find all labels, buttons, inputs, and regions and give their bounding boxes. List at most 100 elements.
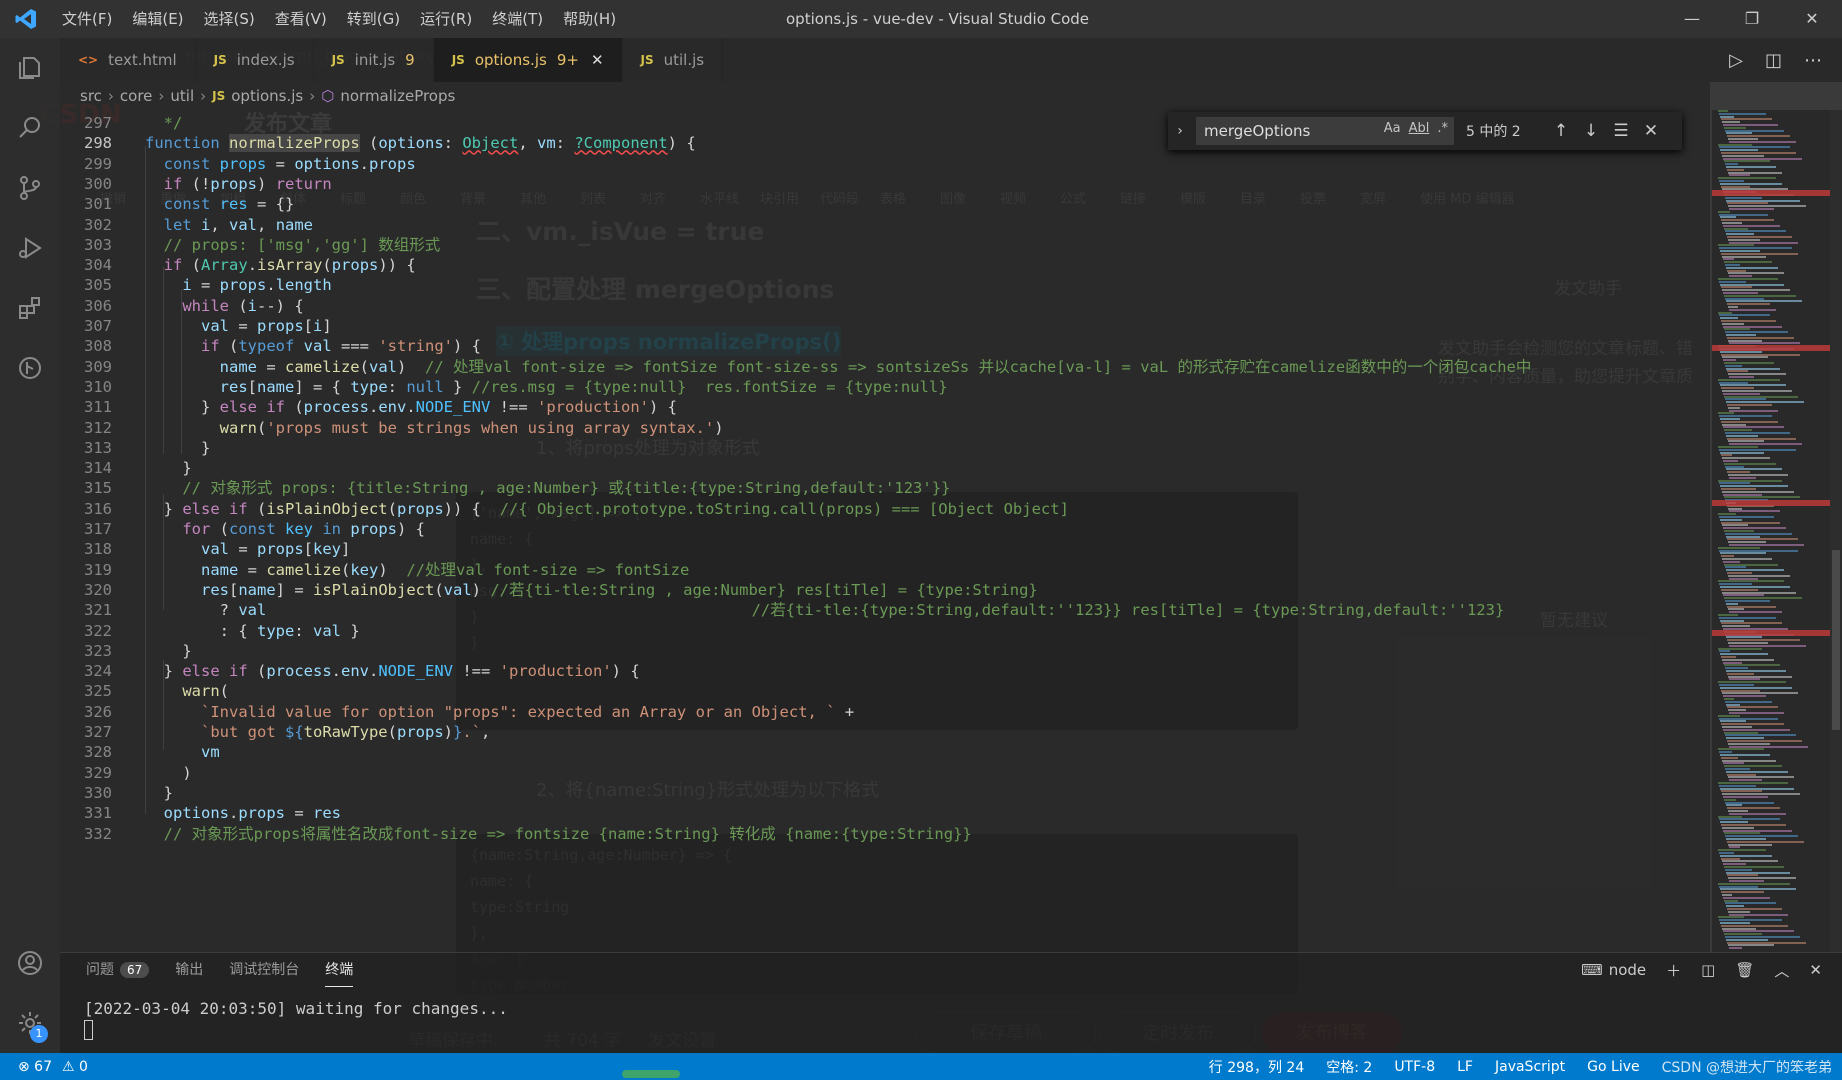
warning-count[interactable]: ⚠ 0 (62, 1059, 88, 1075)
run-debug-icon[interactable] (0, 218, 60, 278)
account-icon[interactable] (0, 933, 60, 993)
cursor-position[interactable]: 行 298，列 24 (1209, 1057, 1304, 1077)
close-find-icon[interactable]: ✕ (1636, 121, 1666, 141)
menu-item[interactable]: 终端(T) (482, 0, 553, 38)
minimap-line (1722, 692, 1798, 695)
find-in-selection-icon[interactable]: ☰ (1606, 121, 1636, 141)
explorer-icon[interactable] (0, 38, 60, 98)
run-file-icon[interactable]: ▷ (1729, 50, 1743, 71)
split-terminal-icon[interactable]: ◫ (1701, 961, 1715, 979)
minimap-line (1724, 731, 1758, 734)
source-control-icon[interactable] (0, 158, 60, 218)
error-count[interactable]: ⊗ 67 (18, 1059, 52, 1075)
minimap-line (1724, 765, 1782, 768)
token: const (145, 154, 220, 173)
panel-tab[interactable]: 问题 67 (86, 953, 150, 987)
minimap-line (1720, 720, 1746, 723)
token: typeof (238, 337, 304, 356)
code-editor[interactable]: 297 */298 function normalizeProps (option… (60, 110, 1710, 952)
search-icon[interactable] (0, 98, 60, 158)
menu-item[interactable]: 运行(R) (410, 0, 482, 38)
minimap-line (1729, 510, 1780, 513)
next-match-icon[interactable]: ↓ (1576, 121, 1606, 141)
menu-item[interactable]: 选择(S) (194, 0, 265, 38)
toggle-replace-icon[interactable]: › (1168, 123, 1192, 139)
token: ) { (611, 662, 640, 681)
token: ( (256, 499, 267, 518)
breadcrumb-symbol[interactable]: normalizeProps (340, 87, 455, 105)
editor-scrollbar[interactable] (1830, 110, 1842, 952)
breadcrumb-file[interactable]: options.js (231, 87, 303, 105)
tab-index-js[interactable]: JS index.js (196, 38, 314, 82)
token: ) { (648, 398, 677, 417)
minimap-line (1723, 292, 1758, 294)
minimap-line (1728, 507, 1742, 510)
minimap[interactable] (1712, 110, 1830, 952)
menu-item[interactable]: 转到(G) (337, 0, 410, 38)
token: ( (219, 682, 229, 701)
minimap-line (1727, 538, 1798, 541)
minimap-line (1723, 124, 1778, 126)
close-window-button[interactable]: ✕ (1782, 0, 1842, 38)
menu-item[interactable]: 查看(V) (265, 0, 337, 38)
minimap-line (1725, 364, 1742, 367)
new-terminal-icon[interactable]: ＋ (1666, 960, 1681, 981)
tab-options-js[interactable]: JS options.js 9+ ✕ (433, 38, 623, 82)
minimap-line (1720, 619, 1744, 622)
go-live-button[interactable]: Go Live (1587, 1059, 1639, 1075)
minimap-line (1727, 639, 1800, 642)
menu-item[interactable]: 帮助(H) (553, 0, 626, 38)
minimap-line (1722, 826, 1754, 829)
tab-text-html[interactable]: <> text.html (60, 38, 196, 82)
indentation[interactable]: 空格: 2 (1326, 1057, 1372, 1077)
panel-tab[interactable]: 输出 (175, 953, 203, 987)
more-actions-icon[interactable]: ⋯ (1804, 50, 1822, 71)
minimap-line (1723, 426, 1784, 429)
status-bar: ⊗ 67 ⚠ 0 行 298，列 24 空格: 2 UTF-8 LF JavaS… (0, 1053, 1842, 1080)
encoding[interactable]: UTF-8 (1394, 1059, 1435, 1075)
tab-util-js[interactable]: JS util.js (623, 38, 724, 82)
end-of-line[interactable]: LF (1457, 1059, 1473, 1075)
minimap-line (1726, 569, 1784, 572)
match-case-icon[interactable]: Aa (1384, 121, 1401, 136)
token: val (303, 337, 332, 356)
close-icon[interactable]: ✕ (591, 51, 604, 69)
menu-item[interactable]: 编辑(E) (122, 0, 193, 38)
token: ( (229, 337, 239, 356)
find-input[interactable]: mergeOptions Aa Abl .* (1196, 117, 1454, 145)
match-whole-word-icon[interactable]: Abl (1409, 121, 1430, 136)
breadcrumb-core[interactable]: core (120, 87, 153, 105)
menu-item[interactable]: 文件(F) (52, 0, 122, 38)
minimap-line (1721, 152, 1796, 154)
maximize-panel-icon[interactable]: ︿ (1774, 960, 1789, 981)
token: else if (182, 662, 257, 681)
panel-tab[interactable]: 调试控制台 (229, 953, 299, 987)
terminal-output[interactable]: [2022-03-04 20:03:50] waiting for change… (60, 999, 1842, 1018)
minimap-line (1719, 180, 1744, 182)
panel-tab[interactable]: 终端 (325, 953, 354, 987)
breadcrumb-util[interactable]: util (170, 87, 194, 105)
restore-button[interactable]: ❐ (1722, 0, 1782, 38)
token: ( (219, 520, 229, 538)
extensions-icon[interactable] (0, 278, 60, 338)
close-panel-icon[interactable]: ✕ (1809, 961, 1822, 979)
terminal-name[interactable]: node (1609, 961, 1646, 979)
token: + (835, 702, 855, 721)
git-graph-icon[interactable] (0, 338, 60, 398)
minimap-line (1720, 686, 1792, 689)
split-editor-icon[interactable]: ◫ (1765, 50, 1782, 71)
kill-terminal-icon[interactable]: 🗑 (1735, 961, 1754, 979)
minimap-line (1727, 773, 1756, 776)
previous-match-icon[interactable]: ↑ (1546, 121, 1576, 141)
minimap-line (1722, 726, 1752, 728)
use-regex-icon[interactable]: .* (1437, 121, 1448, 136)
minimap-line (1729, 812, 1786, 815)
minimap-line (1726, 367, 1780, 370)
breadcrumb-src[interactable]: src (80, 87, 102, 105)
language-mode[interactable]: JavaScript (1495, 1059, 1565, 1075)
minimize-button[interactable]: — (1662, 0, 1722, 38)
minimap-line (1729, 913, 1788, 916)
minimap-line (1728, 306, 1738, 308)
settings-gear-icon[interactable]: 1 (0, 993, 60, 1053)
tab-init-js[interactable]: JS init.js 9 (314, 38, 434, 82)
